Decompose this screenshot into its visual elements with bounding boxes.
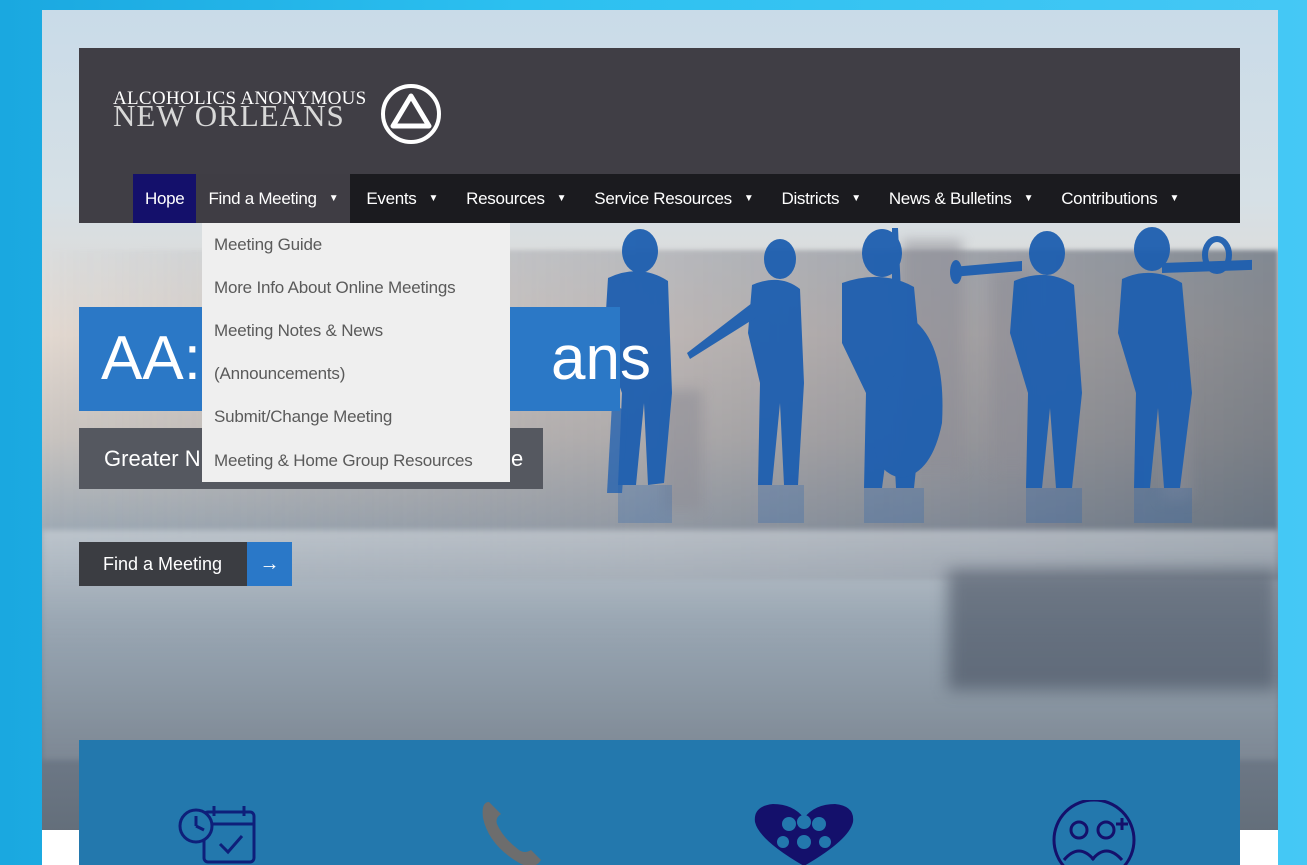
nav-item-events[interactable]: Events ▼ xyxy=(354,174,450,223)
calendar-clock-icon[interactable] xyxy=(174,800,274,865)
caret-down-icon: ▼ xyxy=(743,193,754,204)
cta-label: Find a Meeting xyxy=(79,542,247,586)
nav-label: Contributions xyxy=(1061,188,1158,208)
hero-subtitle-right: e xyxy=(511,446,524,471)
nav-label: Districts xyxy=(781,188,840,208)
nav-item-districts[interactable]: Districts ▼ xyxy=(769,174,872,223)
nav-item-hope[interactable]: Hope xyxy=(133,174,197,223)
nav-item-service-resources[interactable]: Service Resources ▼ xyxy=(582,174,765,223)
dropdown-item-meeting-notes-news[interactable]: Meeting Notes & News xyxy=(202,309,510,352)
arrow-right-icon: → xyxy=(247,542,292,586)
nav-label: News & Bulletins xyxy=(888,188,1012,208)
caret-down-icon: ▼ xyxy=(428,193,439,204)
hero-title-right: ans xyxy=(551,324,651,393)
aa-circle-triangle-icon xyxy=(381,84,441,144)
nav-item-contributions[interactable]: Contributions ▼ xyxy=(1049,174,1191,223)
dropdown-item-home-group-resources[interactable]: Meeting & Home Group Resources xyxy=(202,439,510,482)
find-meeting-cta-button[interactable]: Find a Meeting → xyxy=(79,542,292,586)
logo-text-line2: NEW ORLEANS xyxy=(113,98,345,133)
dropdown-item-online-meetings-info[interactable]: More Info About Online Meetings xyxy=(202,266,510,309)
caret-down-icon: ▼ xyxy=(1023,193,1034,204)
dropdown-item-announcements[interactable]: (Announcements) xyxy=(202,353,510,396)
nav-label: Find a Meeting xyxy=(208,188,317,208)
heart-people-icon[interactable] xyxy=(749,800,859,865)
jazz-band-silhouette xyxy=(604,227,1252,523)
medical-people-icon[interactable] xyxy=(1034,800,1154,865)
caret-down-icon: ▼ xyxy=(1169,193,1180,204)
nav-label: Events xyxy=(366,188,417,208)
site-logo[interactable]: ALCOHOLICS ANONYMOUS NEW ORLEANS xyxy=(113,82,453,146)
site-header: ALCOHOLICS ANONYMOUS NEW ORLEANS Hope Fi… xyxy=(79,48,1240,223)
caret-down-icon: ▼ xyxy=(851,193,861,204)
find-a-meeting-dropdown: Meeting Guide More Info About Online Mee… xyxy=(202,223,510,482)
dropdown-item-meeting-guide[interactable]: Meeting Guide xyxy=(202,223,510,266)
pier-blur xyxy=(948,570,1278,690)
page-background: ALCOHOLICS ANONYMOUS NEW ORLEANS Hope Fi… xyxy=(42,10,1278,865)
caret-down-icon: ▼ xyxy=(556,193,567,204)
nav-item-resources[interactable]: Resources ▼ xyxy=(454,174,578,223)
main-nav: Hope Find a Meeting ▼ Events ▼ Resources… xyxy=(133,174,1240,223)
phone-icon[interactable] xyxy=(479,798,549,865)
hero-subtitle-left: Greater N xyxy=(104,446,201,471)
hero-title-left: AA: xyxy=(101,324,201,393)
caret-down-icon: ▼ xyxy=(328,193,339,204)
nav-label: Resources xyxy=(466,188,545,208)
nav-item-find-a-meeting[interactable]: Find a Meeting ▼ xyxy=(196,174,351,223)
nav-label: Hope xyxy=(145,188,185,208)
nav-label: Service Resources xyxy=(594,188,732,208)
nav-item-news-bulletins[interactable]: News & Bulletins ▼ xyxy=(877,174,1045,223)
dropdown-item-submit-change-meeting[interactable]: Submit/Change Meeting xyxy=(202,396,510,439)
feature-icons-panel xyxy=(79,740,1240,865)
